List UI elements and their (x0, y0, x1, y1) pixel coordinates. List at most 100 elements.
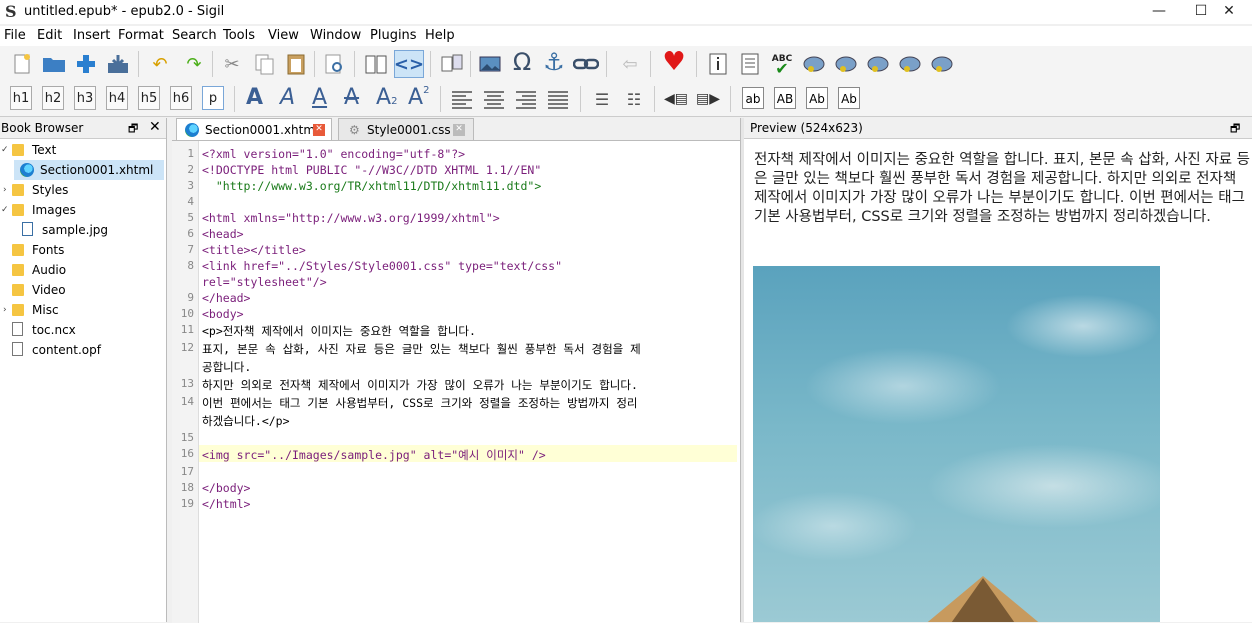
heading-4-button[interactable]: h4 (106, 86, 128, 110)
heading-2-button[interactable]: h2 (42, 86, 64, 110)
line-number: 3 (187, 179, 194, 192)
plugin-icon-2[interactable] (832, 50, 860, 78)
open-folder-icon[interactable] (40, 50, 68, 78)
heading-5-button[interactable]: h5 (138, 86, 160, 110)
minimize-button[interactable]: — (1136, 0, 1182, 24)
back-icon[interactable]: ⇦ (616, 50, 644, 78)
plugin-icon-1[interactable] (800, 50, 828, 78)
close-tab-icon[interactable]: ✕ (313, 124, 325, 136)
tree-folder-audio[interactable]: Audio (12, 260, 66, 280)
paragraph-button[interactable]: p (202, 86, 224, 110)
italic-icon[interactable]: A (280, 85, 295, 110)
close-icon[interactable]: ✕ (149, 119, 161, 135)
align-right-icon[interactable] (516, 89, 536, 109)
code-line: <link href="../Styles/Style0001.css" typ… (202, 259, 563, 273)
collapse-arrow-icon[interactable]: › (3, 185, 7, 195)
expand-arrow-icon[interactable]: ✓ (1, 205, 9, 215)
add-file-icon[interactable] (72, 50, 100, 78)
align-justify-icon[interactable] (548, 89, 568, 109)
float-icon[interactable]: 🗗 (1230, 120, 1240, 139)
file-icon (12, 342, 23, 356)
titlecase-button[interactable]: Ab (806, 87, 828, 109)
bullet-list-icon[interactable]: ☰ (588, 85, 616, 113)
tree-file-section0001[interactable]: Section0001.xhtml (20, 160, 153, 180)
insert-image-icon[interactable] (476, 50, 504, 78)
capitalize-button[interactable]: Ab (838, 87, 860, 109)
folder-icon (12, 184, 24, 196)
heading-1-button[interactable]: h1 (10, 86, 32, 110)
plugin-icon-3[interactable] (864, 50, 892, 78)
expand-arrow-icon[interactable]: ✓ (1, 145, 9, 155)
copy-icon[interactable] (250, 50, 278, 78)
menu-search[interactable]: Search (172, 28, 217, 43)
collapse-arrow-icon[interactable]: › (3, 305, 7, 315)
redo-icon[interactable]: ↷ (180, 50, 208, 78)
bold-icon[interactable]: A (246, 85, 263, 110)
paste-icon[interactable] (282, 50, 310, 78)
menu-plugins[interactable]: Plugins (370, 28, 417, 43)
info-icon[interactable] (704, 50, 732, 78)
line-number: 7 (187, 243, 194, 256)
plugin-icon-5[interactable] (928, 50, 956, 78)
heart-icon[interactable]: ♥ (660, 47, 688, 77)
tree-file-sample-jpg[interactable]: sample.jpg (22, 220, 108, 240)
link-icon[interactable] (572, 50, 600, 78)
menu-help[interactable]: Help (425, 28, 455, 43)
tree-folder-text[interactable]: Text (12, 140, 56, 160)
menu-format[interactable]: Format (118, 28, 164, 43)
spellcheck-icon[interactable]: ABC ✔ (768, 50, 796, 78)
code-line: <!DOCTYPE html PUBLIC "-//W3C//DTD XHTML… (202, 163, 542, 177)
tree-folder-fonts[interactable]: Fonts (12, 240, 64, 260)
toc-icon[interactable] (736, 50, 764, 78)
uppercase-button[interactable]: AB (774, 87, 796, 109)
book-browser-header: Book Browser 🗗 ✕ (0, 118, 166, 139)
close-tab-icon[interactable]: ✕ (453, 124, 465, 136)
decrease-indent-icon[interactable]: ◀▤ (662, 85, 690, 113)
line-number: 18 (180, 481, 194, 494)
menu-file[interactable]: File (4, 28, 26, 43)
increase-indent-icon[interactable]: ▤▶ (694, 85, 722, 113)
special-char-icon[interactable]: Ω (508, 48, 536, 76)
code-line: <head> (202, 227, 244, 241)
tree-folder-styles[interactable]: Styles (12, 180, 68, 200)
menu-insert[interactable]: Insert (73, 28, 110, 43)
subscript-icon[interactable]: A2 (376, 85, 397, 110)
heading-6-button[interactable]: h6 (170, 86, 192, 110)
heading-3-button[interactable]: h3 (74, 86, 96, 110)
code-view-icon[interactable]: <> (394, 50, 424, 78)
plugin-icon-4[interactable] (896, 50, 924, 78)
undo-icon[interactable]: ↶ (146, 50, 174, 78)
gear-icon: ⚙ (349, 123, 360, 137)
save-icon[interactable] (104, 50, 132, 78)
split-view-icon[interactable] (438, 50, 466, 78)
menu-window[interactable]: Window (310, 28, 361, 43)
align-left-icon[interactable] (452, 89, 472, 109)
tab-style0001[interactable]: ⚙ Style0001.css ✕ (338, 118, 474, 140)
menu-view[interactable]: View (268, 28, 299, 43)
code-editor[interactable]: 1 2 3 4 5 6 7 8 9 10 11 12 13 14 15 16 1… (172, 140, 740, 623)
float-icon[interactable]: 🗗 (128, 120, 138, 139)
menu-edit[interactable]: Edit (37, 28, 62, 43)
tree-file-content-opf[interactable]: content.opf (12, 340, 101, 360)
lowercase-button[interactable]: ab (742, 87, 764, 109)
anchor-icon[interactable]: ⚓ (540, 48, 568, 76)
book-view-icon[interactable] (362, 50, 390, 78)
close-button[interactable]: ✕ (1206, 0, 1252, 24)
menu-tools[interactable]: Tools (223, 28, 255, 43)
cut-icon[interactable]: ✂ (218, 50, 246, 78)
tab-section0001[interactable]: Section0001.xhtml ✕ (176, 118, 332, 140)
strikethrough-icon[interactable]: A (344, 85, 359, 110)
underline-icon[interactable]: A (312, 85, 327, 110)
line-number: 8 (187, 259, 194, 272)
tree-folder-images[interactable]: Images (12, 200, 76, 220)
superscript-icon[interactable]: A2 (408, 85, 429, 110)
tree-folder-video[interactable]: Video (12, 280, 66, 300)
align-center-icon[interactable] (484, 89, 504, 109)
new-file-icon[interactable] (8, 50, 36, 78)
numbered-list-icon[interactable]: ☷ (620, 85, 648, 113)
code-line: <img src="../Images/sample.jpg" alt="예시 … (202, 448, 546, 462)
book-browser-title: Book Browser (1, 121, 84, 135)
tree-file-toc-ncx[interactable]: toc.ncx (12, 320, 76, 340)
print-preview-icon[interactable] (320, 50, 348, 78)
tree-folder-misc[interactable]: Misc (12, 300, 59, 320)
